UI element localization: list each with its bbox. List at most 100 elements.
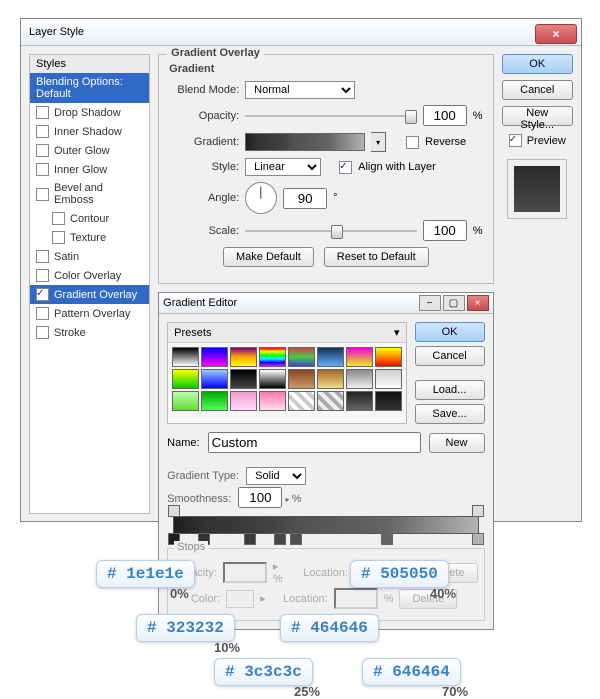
preset-swatch[interactable] (317, 391, 344, 411)
pct-label: % (292, 493, 302, 505)
preset-swatch[interactable] (172, 369, 199, 389)
ge-new-button[interactable]: New (429, 433, 485, 453)
style-checkbox[interactable] (36, 269, 49, 282)
opacity-stop[interactable] (472, 505, 484, 517)
stop-location-label: Location: (272, 593, 328, 605)
opacity-slider[interactable] (245, 107, 417, 125)
style-item-bevel-and-emboss[interactable]: Bevel and Emboss (30, 179, 149, 209)
preset-swatch[interactable] (375, 369, 402, 389)
preset-swatch[interactable] (288, 347, 315, 367)
scale-slider[interactable] (245, 222, 417, 240)
gradient-dropdown-button[interactable]: ▾ (371, 132, 386, 152)
color-stop[interactable] (244, 533, 256, 545)
style-item-satin[interactable]: Satin (30, 247, 149, 266)
preset-swatch[interactable] (259, 369, 286, 389)
style-checkbox[interactable] (36, 188, 49, 201)
preset-swatch[interactable] (288, 369, 315, 389)
opacity-stop[interactable] (168, 505, 180, 517)
preset-swatch[interactable] (346, 369, 373, 389)
preset-swatch[interactable] (230, 347, 257, 367)
style-item-color-overlay[interactable]: Color Overlay (30, 266, 149, 285)
style-checkbox[interactable] (52, 231, 65, 244)
pct-callout: 70% (442, 684, 468, 699)
color-stop[interactable] (274, 533, 286, 545)
preset-swatch[interactable] (172, 391, 199, 411)
style-checkbox[interactable] (36, 307, 49, 320)
gradient-bar[interactable] (173, 516, 478, 534)
preset-swatch[interactable] (201, 347, 228, 367)
angle-dial[interactable] (245, 182, 277, 214)
preset-swatch[interactable] (375, 391, 402, 411)
styles-panel: Styles Blending Options: Default Drop Sh… (29, 54, 150, 514)
opacity-label: Opacity: (169, 110, 239, 122)
preset-swatch[interactable] (288, 391, 315, 411)
angle-input[interactable] (283, 188, 327, 209)
preset-swatch[interactable] (259, 391, 286, 411)
smoothness-label: Smoothness: (167, 493, 231, 505)
style-item-texture[interactable]: Texture (30, 228, 149, 247)
style-checkbox[interactable] (36, 106, 49, 119)
style-item-contour[interactable]: Contour (30, 209, 149, 228)
hex-callout: # 3c3c3c (214, 658, 313, 686)
style-checkbox[interactable] (36, 326, 49, 339)
gradient-type-select[interactable]: Solid (246, 467, 306, 485)
preset-swatch[interactable] (201, 391, 228, 411)
reverse-checkbox[interactable] (406, 136, 419, 149)
close-button[interactable]: × (467, 295, 489, 311)
style-item-stroke[interactable]: Stroke (30, 323, 149, 342)
new-style-button[interactable]: New Style... (502, 106, 573, 126)
name-input[interactable] (208, 432, 421, 453)
reset-default-button[interactable]: Reset to Default (324, 247, 429, 267)
color-stop[interactable] (290, 533, 302, 545)
style-item-inner-shadow[interactable]: Inner Shadow (30, 122, 149, 141)
style-checkbox[interactable] (36, 250, 49, 263)
ge-save-button[interactable]: Save... (415, 404, 485, 424)
preset-swatch[interactable] (230, 391, 257, 411)
style-checkbox[interactable] (36, 125, 49, 138)
style-label: Inner Shadow (54, 126, 122, 138)
preset-swatch[interactable] (172, 347, 199, 367)
color-stop[interactable] (381, 533, 393, 545)
ge-cancel-button[interactable]: Cancel (415, 346, 485, 366)
style-item-inner-glow[interactable]: Inner Glow (30, 160, 149, 179)
presets-panel: Presets ▾ (167, 322, 406, 424)
align-checkbox[interactable] (339, 161, 352, 174)
style-checkbox[interactable] (36, 144, 49, 157)
cancel-button[interactable]: Cancel (502, 80, 573, 100)
preset-swatch[interactable] (259, 347, 286, 367)
style-item-drop-shadow[interactable]: Drop Shadow (30, 103, 149, 122)
smoothness-input[interactable] (238, 487, 282, 508)
make-default-button[interactable]: Make Default (223, 247, 314, 267)
preset-swatch[interactable] (201, 369, 228, 389)
style-item-outer-glow[interactable]: Outer Glow (30, 141, 149, 160)
style-select[interactable]: Linear (245, 158, 321, 176)
close-button[interactable]: × (535, 24, 577, 44)
opacity-input[interactable] (423, 105, 467, 126)
style-checkbox[interactable] (52, 212, 65, 225)
gradient-swatch[interactable] (245, 133, 365, 151)
ok-button[interactable]: OK (502, 54, 573, 74)
preview-checkbox[interactable] (509, 134, 522, 147)
preset-swatch[interactable] (375, 347, 402, 367)
blend-mode-select[interactable]: Normal (245, 81, 355, 99)
maximize-button[interactable]: ▢ (443, 295, 465, 311)
style-item-gradient-overlay[interactable]: Gradient Overlay (30, 285, 149, 304)
ge-ok-button[interactable]: OK (415, 322, 485, 342)
color-stop[interactable] (472, 533, 484, 545)
preview-label: Preview (527, 135, 566, 147)
preset-swatch[interactable] (230, 369, 257, 389)
style-item-pattern-overlay[interactable]: Pattern Overlay (30, 304, 149, 323)
blending-options-row[interactable]: Blending Options: Default (30, 73, 149, 103)
preset-swatch[interactable] (317, 347, 344, 367)
preset-swatch[interactable] (346, 391, 373, 411)
presets-menu-icon[interactable]: ▾ (394, 326, 400, 339)
preset-swatch[interactable] (346, 347, 373, 367)
style-checkbox[interactable] (36, 288, 49, 301)
ge-load-button[interactable]: Load... (415, 380, 485, 400)
minimize-button[interactable]: − (419, 295, 441, 311)
layer-style-dialog: Layer Style × Styles Blending Options: D… (20, 18, 582, 522)
preset-swatch[interactable] (317, 369, 344, 389)
style-checkbox[interactable] (36, 163, 49, 176)
scale-input[interactable] (423, 220, 467, 241)
style-label: Contour (70, 213, 109, 225)
